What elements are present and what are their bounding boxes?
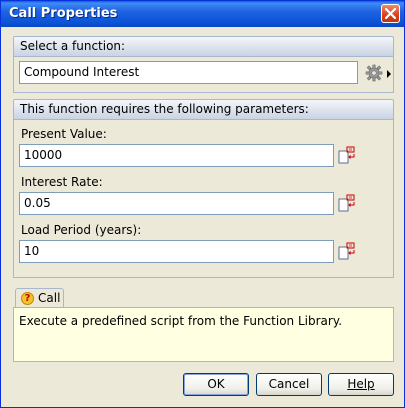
close-icon (385, 8, 396, 19)
param-label-load-period: Load Period (years): (21, 223, 142, 237)
param-label-present-value: Present Value: (21, 127, 107, 141)
help-button[interactable]: Help (328, 373, 394, 396)
cancel-button[interactable]: Cancel (256, 373, 322, 396)
gear-icon (365, 64, 383, 82)
svg-text:≡: ≡ (349, 148, 353, 153)
tab-call[interactable]: ? Call (15, 288, 64, 308)
params-section-title: This function requires the following par… (20, 102, 309, 116)
script-parameter-icon: ≡ (338, 242, 355, 260)
script-parameter-icon: ≡ (338, 146, 355, 164)
call-properties-dialog: Call Properties Select a function: Compo… (0, 0, 405, 408)
chevron-right-icon[interactable] (387, 70, 391, 78)
load-period-script-button[interactable]: ≡ (337, 242, 357, 262)
script-parameter-icon: ≡ (338, 194, 355, 212)
params-section-header: This function requires the following par… (13, 99, 394, 119)
tab-call-label: Call (38, 291, 61, 305)
description-panel: Execute a predefined script from the Fun… (13, 307, 394, 362)
function-name-input[interactable]: Compound Interest (19, 61, 358, 84)
close-button[interactable] (381, 4, 400, 23)
interest-rate-script-button[interactable]: ≡ (337, 194, 357, 214)
svg-text:≡: ≡ (349, 196, 353, 201)
window-title: Call Properties (9, 6, 118, 21)
description-text: Execute a predefined script from the Fun… (19, 314, 343, 328)
svg-text:≡: ≡ (349, 244, 353, 249)
present-value-script-button[interactable]: ≡ (337, 146, 357, 166)
function-settings-button[interactable] (365, 64, 383, 82)
title-bar[interactable]: Call Properties (1, 1, 404, 27)
function-section-title: Select a function: (20, 39, 126, 53)
interest-rate-input[interactable]: 0.05 (19, 192, 334, 215)
present-value-input[interactable]: 10000 (19, 144, 334, 167)
param-label-interest-rate: Interest Rate: (21, 175, 103, 189)
load-period-input[interactable]: 10 (19, 240, 334, 263)
function-section-header: Select a function: (13, 36, 394, 56)
question-icon: ? (21, 292, 34, 305)
ok-button[interactable]: OK (183, 373, 249, 396)
